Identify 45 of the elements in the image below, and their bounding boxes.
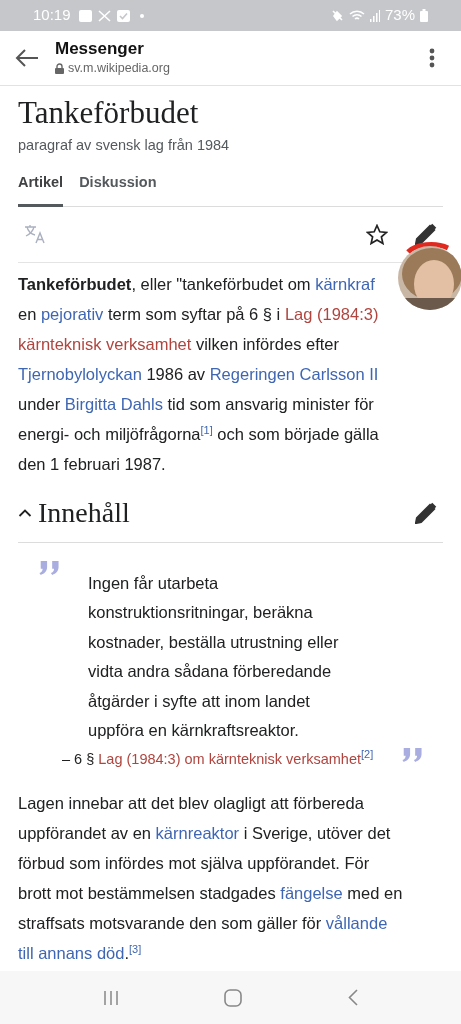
- intro-paragraph: Tankeförbudet, eller "tankeförbudet om kärnkraf en pejorativ term som syftar på 6 § i Lag (1984:3) kärnteknisk verksamhet vilken infördes efter Tjernobylolyckan 1986 av Regeringen Carlsson II under Birgitta Dahls tid som ansvarig minister för energi- och miljöfrågorna$^{[1]}$ och som började gälla den 1 februari 1987.: [18, 273, 380, 475]
- battery-icon: [420, 9, 428, 22]
- quote-mark-icon: [38, 560, 60, 575]
- back-icon[interactable]: [348, 989, 359, 1006]
- tab[interactable]: Artikel: [18, 171, 64, 207]
- battery-percentage: 73%: [384, 5, 415, 26]
- status-time: 10:19: [33, 5, 71, 26]
- tab[interactable]: Diskussion: [79, 171, 157, 207]
- more-options-icon[interactable]: [429, 48, 435, 68]
- page-title: Tankeförbudet: [18, 95, 200, 131]
- body-paragraph: Lagen innebar att det blev olagligt att förbereda uppförandet av en kärnreaktor i Sverige, utöver det förbud som infördes mot själva uppförandet. För brott mot bestämmelsen stadgades fängelse med en straffsats motsvarande den som gäller för vållande till annans död.$^{[3]}$: [18, 792, 404, 964]
- wifi-icon: [348, 9, 365, 22]
- lock-icon: [55, 62, 64, 74]
- link[interactable]: kärnreaktor: [155, 823, 240, 842]
- link[interactable]: fängelse: [280, 883, 343, 902]
- edit-icon[interactable]: [415, 223, 437, 245]
- reference-link[interactable]: [2]: [361, 747, 374, 760]
- section-heading[interactable]: Innehåll: [38, 495, 130, 530]
- signal-icon: [369, 9, 380, 22]
- link[interactable]: Lag (1984:3) om kärnteknisk verksamhet: [98, 750, 362, 767]
- home-icon[interactable]: [224, 988, 243, 1007]
- quote-attribution: – 6 § Lag (1984:3) om kärnteknisk verksamhet$^{[2]}$: [62, 747, 374, 769]
- x-icon: [97, 9, 111, 22]
- link[interactable]: Lag (1984:3): [284, 304, 379, 323]
- link[interactable]: kärnteknisk verksamhet: [18, 334, 192, 353]
- chevron-icon[interactable]: [18, 508, 32, 517]
- link[interactable]: Tjernobylolyckan: [18, 364, 142, 383]
- link[interactable]: till annans död: [18, 943, 125, 962]
- quote-text: Ingen får utarbeta konstruktionsritningar, beräkna kostnader, beställa utrustning eller vidta andra sådana förberedande åtgärder i syfte att inom landet uppföra en kärnkraftsreaktor.: [88, 572, 340, 741]
- dot-icon: [139, 13, 144, 18]
- checkbox-icon: [116, 9, 130, 22]
- quote-mark-icon: [401, 747, 423, 762]
- page-description: paragraf av svensk lag från 1984: [18, 136, 231, 155]
- link[interactable]: kärnkraf: [315, 274, 375, 293]
- url-text: sv.m.wikipedia.org: [68, 59, 170, 77]
- link[interactable]: vållande: [325, 913, 388, 932]
- star-icon[interactable]: [366, 223, 388, 245]
- edit-icon[interactable]: [415, 501, 437, 524]
- reference-link[interactable]: [3]: [129, 942, 142, 954]
- page-source-title: Messenger: [55, 38, 145, 59]
- back-icon[interactable]: [15, 48, 39, 68]
- link[interactable]: pejorativ: [40, 304, 104, 323]
- reference-link[interactable]: [1]: [200, 423, 213, 435]
- link[interactable]: Birgitta Dahls: [64, 394, 163, 413]
- link[interactable]: Regeringen Carlsson II: [209, 364, 379, 383]
